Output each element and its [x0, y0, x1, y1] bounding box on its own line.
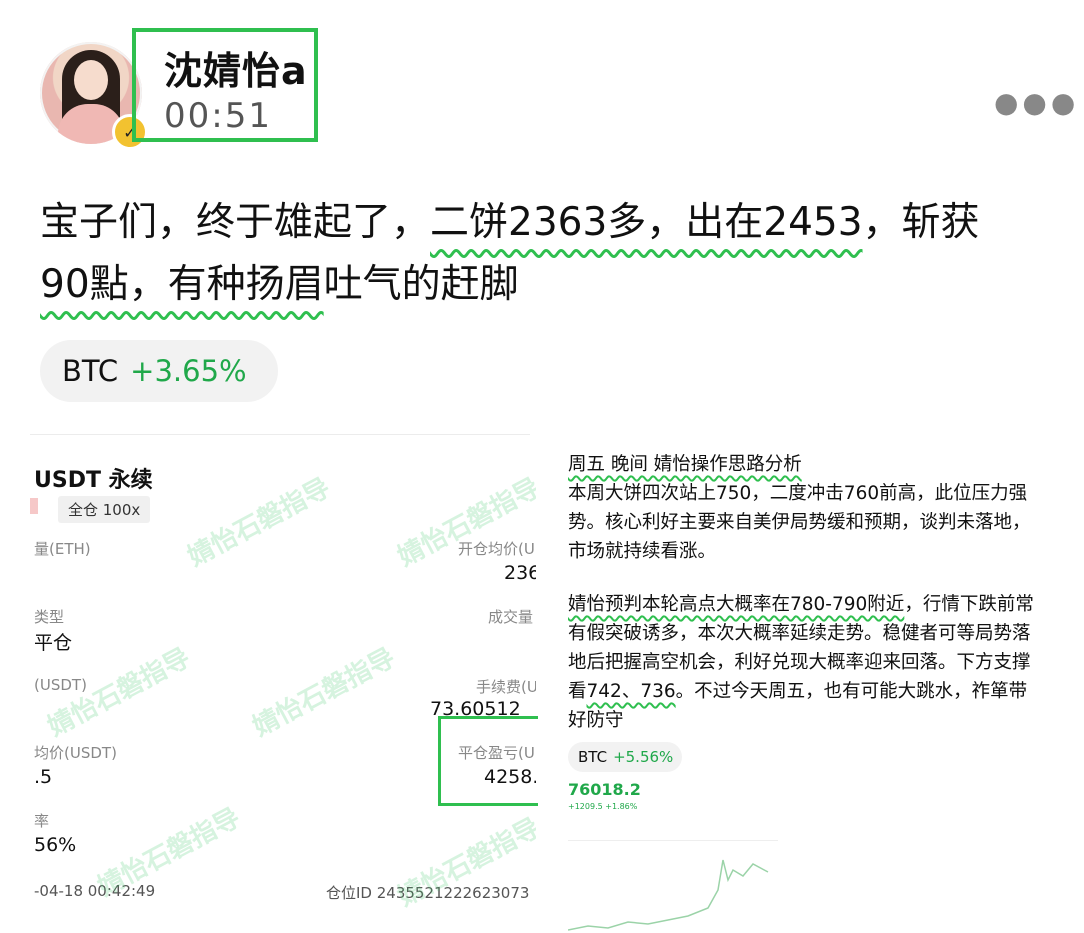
avg-label: 均价(USDT)	[34, 744, 117, 762]
tag-change: +3.65%	[130, 354, 247, 388]
open-avg-value: 236	[504, 562, 536, 584]
analysis-highlight: 742、736	[586, 681, 676, 702]
mini-tabs	[568, 826, 778, 841]
post-text-segment: 吐气的赶脚	[323, 262, 519, 307]
side-marker	[30, 498, 38, 514]
chip-change: +5.56%	[613, 748, 674, 766]
username[interactable]: 沈婧怡a	[164, 40, 308, 95]
pnl-highlight-box	[438, 716, 538, 806]
post-text-segment: 宝子们，终于雄起了，	[40, 200, 431, 245]
watermark: 婧怡石磐指导	[183, 472, 336, 573]
margin-mode-badge: 全仓 100x	[58, 496, 151, 523]
watermark: 婧怡石磐指导	[248, 642, 401, 743]
analysis-para2: 婧怡预判本轮高点大概率在780-790附近，行情下跌前常有假突破诱多，本次大概率…	[568, 590, 1038, 735]
pct-value: 56%	[34, 834, 77, 856]
mini-price-chart: 76018.2 +1209.5 +1.86%	[568, 780, 778, 933]
type-label: 类型	[34, 608, 65, 626]
contract-title: USDT 永续	[34, 468, 153, 493]
post-text-segment: ，斩获	[862, 200, 980, 245]
mini-price: 76018.2	[568, 780, 641, 799]
post-text: 宝子们，终于雄起了，二饼2363多，出在2453，斩获 90點，有种扬眉吐气的赶脚	[40, 192, 1050, 316]
tag-symbol: BTC	[62, 354, 119, 388]
mini-change: +1209.5 +1.86%	[568, 802, 638, 811]
trade-detail-image[interactable]: USDT 永续 全仓 100x 量(ETH) 开仓均价(U 236 类型 平仓 …	[30, 432, 536, 932]
post-text-highlight: 二饼2363多，出在2453	[430, 200, 863, 245]
post-text-highlight: 90點，有种扬眉	[40, 262, 324, 307]
pct-label: 率	[34, 812, 50, 830]
analysis-highlight: 婧怡预判本轮高点大概率在780-790附近	[568, 594, 905, 615]
analysis-para1: 本周大饼四次站上750，二度冲击760前高，此位压力强势。核心利好主要来自美伊局…	[568, 483, 1031, 562]
chip-symbol: BTC	[578, 748, 608, 766]
fee-label: 手续费(U	[476, 678, 536, 696]
analysis-heading: 周五 晚间 婧怡操作思路分析	[568, 450, 1038, 479]
qty-label: 量(ETH)	[34, 540, 91, 558]
watermark: 婧怡石磐指导	[93, 802, 246, 903]
analysis-image[interactable]: 周五 晚间 婧怡操作思路分析 本周大饼四次站上750，二度冲击760前高，此位压…	[560, 440, 1060, 933]
more-options-icon[interactable]: ●●●	[994, 86, 1079, 119]
post-time: 00:51	[164, 96, 272, 136]
avg-value: .5	[34, 766, 53, 788]
analysis-heading-text: 周五 晚间 婧怡操作思路分析	[568, 454, 802, 475]
open-avg-label: 开仓均价(U	[458, 540, 535, 558]
type-value: 平仓	[34, 632, 73, 654]
coin-tag-btc-small: BTC +5.56%	[568, 742, 682, 772]
mini-candles	[568, 859, 769, 931]
volume-label: 成交量	[488, 608, 534, 626]
coin-tag-btc[interactable]: BTC +3.65%	[40, 340, 278, 402]
